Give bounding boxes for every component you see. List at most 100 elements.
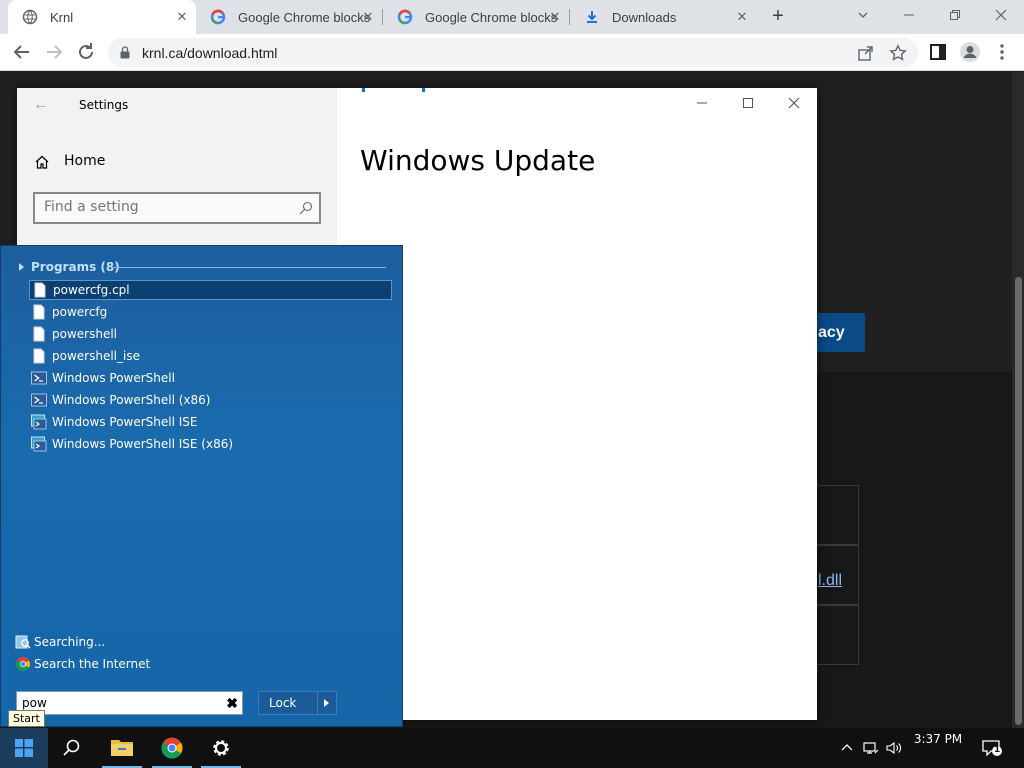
tab-title: Downloads — [612, 9, 677, 25]
search-result-item[interactable]: Windows PowerShell (x86) — [29, 390, 392, 410]
search-internet-item[interactable]: Search the Internet — [15, 656, 150, 672]
power-options-arrow[interactable] — [317, 691, 337, 715]
network-icon[interactable] — [863, 740, 879, 756]
back-arrow-icon[interactable] — [10, 40, 34, 64]
searching-item[interactable]: Searching... — [15, 634, 105, 650]
volume-icon[interactable] — [886, 740, 902, 756]
tab-downloads[interactable]: Downloads ✕ — [570, 0, 756, 34]
clear-search-icon[interactable]: ✖ — [226, 695, 238, 712]
document-icon — [33, 304, 45, 320]
home-icon[interactable] — [34, 154, 50, 170]
close-tab-icon[interactable]: ✕ — [734, 9, 750, 25]
search-result-item[interactable]: powershell_ise — [29, 346, 392, 366]
profile-avatar-icon[interactable] — [958, 40, 982, 64]
settings-close-button[interactable] — [784, 96, 804, 112]
clock-time: 3:37 PM — [913, 732, 963, 746]
globe-icon — [22, 9, 38, 25]
chrome-icon — [16, 657, 30, 671]
result-label: powercfg.cpl — [53, 283, 130, 297]
forward-arrow-icon[interactable] — [42, 40, 66, 64]
taskbar-search-button[interactable] — [48, 728, 96, 768]
restore-icon — [950, 10, 960, 20]
action-center-button[interactable]: 1 — [982, 740, 1002, 757]
settings-minimize-button[interactable] — [692, 96, 712, 112]
close-tab-icon[interactable]: ✕ — [547, 9, 563, 25]
settings-maximize-button[interactable] — [738, 96, 758, 112]
gear-icon — [213, 740, 229, 756]
start-tooltip: Start — [8, 710, 45, 727]
search-icon — [63, 739, 80, 756]
search-result-item[interactable]: Windows PowerShell ISE (x86) — [29, 434, 392, 454]
lock-label: Lock — [269, 696, 297, 710]
browser-toolbar: krnl.ca/download.html — [0, 34, 1024, 71]
start-search-field[interactable]: ✖ — [16, 691, 243, 715]
notification-count: 1 — [994, 745, 1001, 755]
tab-krnl[interactable]: Krnl ✕ — [8, 0, 196, 34]
start-search-input[interactable] — [22, 696, 217, 710]
table-cell — [816, 605, 859, 665]
chevron-up-icon[interactable] — [839, 740, 855, 756]
tab-search-button[interactable] — [840, 0, 886, 30]
result-label: Windows PowerShell (x86) — [52, 393, 211, 407]
privacy-button-label: acy — [818, 324, 845, 341]
search-files-icon — [15, 635, 31, 649]
find-setting-input[interactable] — [44, 199, 284, 215]
lock-button[interactable]: Lock — [258, 691, 318, 715]
lock-icon[interactable] — [120, 46, 130, 59]
powershell-icon — [31, 393, 47, 407]
taskbar: 3:37 PM 1 — [0, 728, 1024, 768]
share-icon[interactable] — [857, 44, 875, 62]
result-label: powershell_ise — [52, 349, 140, 363]
dll-download-link[interactable]: l.dll — [818, 572, 842, 590]
taskbar-clock[interactable]: 3:37 PM — [908, 732, 968, 746]
minimize-button[interactable] — [886, 0, 932, 30]
scrollbar-thumb[interactable] — [1015, 277, 1022, 725]
table-cell — [816, 485, 859, 545]
minimize-icon — [904, 14, 914, 16]
more-menu-icon[interactable] — [990, 40, 1014, 64]
reload-icon[interactable] — [74, 40, 98, 64]
powershell-ise-icon — [31, 414, 47, 430]
page-scrollbar[interactable] — [1012, 72, 1024, 728]
powershell-icon — [31, 371, 47, 385]
close-icon — [788, 97, 800, 109]
start-menu: Programs (8) powercfg.cpl powercfg power… — [0, 245, 403, 727]
close-icon — [995, 9, 1007, 21]
side-panel-icon[interactable] — [926, 40, 950, 64]
taskbar-file-explorer[interactable] — [98, 728, 146, 768]
page-header-accent — [362, 88, 425, 92]
restore-button[interactable] — [932, 0, 978, 30]
back-arrow-icon[interactable]: ← — [33, 96, 49, 114]
search-result-item[interactable]: Windows PowerShell ISE — [29, 412, 392, 432]
taskbar-settings[interactable] — [197, 728, 245, 768]
search-result-item[interactable]: Windows PowerShell — [29, 368, 392, 388]
windows-logo-icon — [15, 739, 33, 757]
start-button[interactable] — [0, 728, 48, 768]
address-bar[interactable]: krnl.ca/download.html — [108, 38, 918, 67]
close-tab-icon[interactable]: ✕ — [174, 9, 190, 25]
chrome-icon — [161, 737, 183, 759]
search-result-item[interactable]: powercfg — [29, 302, 392, 322]
taskbar-chrome[interactable] — [148, 728, 196, 768]
expand-triangle-icon[interactable] — [19, 263, 24, 271]
document-icon — [34, 282, 46, 298]
chevron-down-icon — [858, 12, 868, 18]
tab-google-chrome-blocks-1[interactable]: Google Chrome blocks ✕ — [196, 0, 382, 34]
close-tab-icon[interactable]: ✕ — [360, 9, 376, 25]
programs-header[interactable]: Programs (8) — [31, 260, 120, 274]
bookmark-star-icon[interactable] — [889, 44, 907, 62]
google-icon — [210, 9, 226, 25]
document-icon — [33, 348, 45, 364]
search-result-item[interactable]: powercfg.cpl — [29, 280, 392, 300]
find-setting-field[interactable] — [33, 192, 321, 224]
search-result-item[interactable]: powershell — [29, 324, 392, 344]
document-icon — [33, 326, 45, 342]
new-tab-button[interactable]: + — [766, 5, 790, 29]
home-nav-item[interactable]: Home — [64, 153, 105, 169]
tab-title: Krnl — [50, 9, 74, 25]
tab-google-chrome-blocks-2[interactable]: Google Chrome blocks ✕ — [383, 0, 569, 34]
tab-title: Google Chrome blocks — [425, 9, 558, 25]
page-title: Windows Update — [360, 144, 596, 177]
close-window-button[interactable] — [978, 0, 1024, 30]
result-label: Windows PowerShell ISE — [52, 415, 198, 429]
